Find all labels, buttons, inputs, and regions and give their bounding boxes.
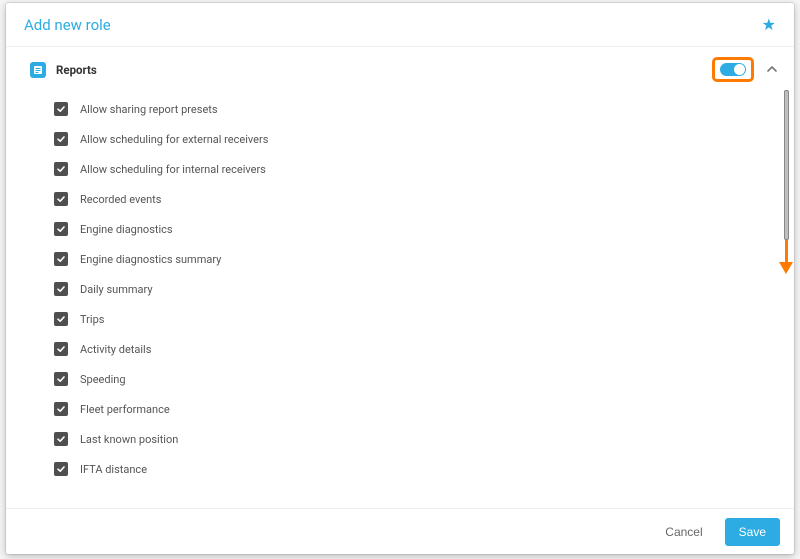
- cancel-button[interactable]: Cancel: [653, 518, 714, 546]
- permission-row: Activity details: [6, 334, 794, 364]
- permission-label: Allow sharing report presets: [80, 103, 218, 116]
- permission-row: Allow scheduling for external receivers: [6, 124, 794, 154]
- permission-label: Last known position: [80, 433, 178, 446]
- permission-checkbox[interactable]: [54, 312, 68, 326]
- dialog-header: Add new role ★: [6, 3, 794, 47]
- permission-checkbox[interactable]: [54, 402, 68, 416]
- permission-checkbox[interactable]: [54, 462, 68, 476]
- dialog-body: Reports Allow sharing report presetsAllo…: [6, 47, 794, 508]
- permission-checkbox[interactable]: [54, 342, 68, 356]
- permission-label: Activity details: [80, 343, 151, 356]
- permission-row: IFTA distance: [6, 454, 794, 484]
- permission-label: Daily summary: [80, 283, 153, 296]
- permission-row: Recorded events: [6, 184, 794, 214]
- permission-label: IFTA distance: [80, 463, 147, 476]
- permission-row: Engine diagnostics: [6, 214, 794, 244]
- permission-label: Fleet performance: [80, 403, 170, 416]
- dialog-footer: Cancel Save: [6, 508, 794, 554]
- permission-checkbox[interactable]: [54, 162, 68, 176]
- permission-checkbox[interactable]: [54, 432, 68, 446]
- permission-checkbox[interactable]: [54, 132, 68, 146]
- annotation-highlight-box: [712, 57, 754, 82]
- permission-row: Last known position: [6, 424, 794, 454]
- chevron-up-icon[interactable]: [766, 60, 778, 79]
- permission-row: Engine diagnostics summary: [6, 244, 794, 274]
- toggle-knob: [734, 64, 745, 75]
- add-role-dialog: Add new role ★ Reports Allow sharing rep…: [6, 3, 794, 554]
- favorite-star-icon[interactable]: ★: [762, 15, 776, 34]
- permission-row: Fleet performance: [6, 394, 794, 424]
- permission-checkbox[interactable]: [54, 222, 68, 236]
- permission-checkbox[interactable]: [54, 372, 68, 386]
- permission-row: Speeding: [6, 364, 794, 394]
- permission-checkbox[interactable]: [54, 192, 68, 206]
- permission-label: Engine diagnostics: [80, 223, 173, 236]
- permission-label: Trips: [80, 313, 104, 326]
- permission-checkbox[interactable]: [54, 282, 68, 296]
- permission-checkbox[interactable]: [54, 252, 68, 266]
- section-title: Reports: [56, 63, 712, 77]
- permission-row: Allow sharing report presets: [6, 94, 794, 124]
- permission-label: Speeding: [80, 373, 126, 386]
- permission-row: Trips: [6, 304, 794, 334]
- permission-label: Allow scheduling for external receivers: [80, 133, 268, 146]
- reports-icon: [30, 62, 46, 78]
- save-button[interactable]: Save: [725, 518, 780, 546]
- permission-label: Allow scheduling for internal receivers: [80, 163, 266, 176]
- dialog-title: Add new role: [24, 16, 111, 34]
- section-header-reports[interactable]: Reports: [6, 47, 794, 92]
- permission-checkbox[interactable]: [54, 102, 68, 116]
- section-toggle[interactable]: [720, 63, 746, 76]
- permission-row: Daily summary: [6, 274, 794, 304]
- permission-list: Allow sharing report presets Allow schedu…: [6, 92, 794, 488]
- permission-row: Allow scheduling for internal receivers: [6, 154, 794, 184]
- permission-label: Recorded events: [80, 193, 161, 206]
- permission-label: Engine diagnostics summary: [80, 253, 221, 266]
